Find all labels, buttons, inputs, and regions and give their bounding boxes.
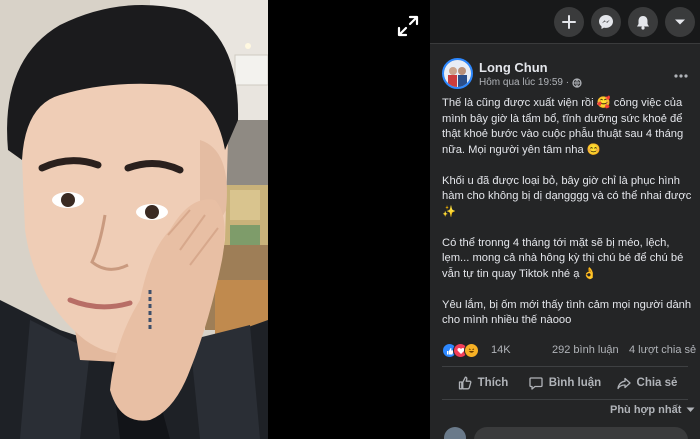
- post-paragraph: Khối u đã được loại bỏ, bây giờ chỉ là p…: [442, 174, 692, 218]
- comment-label: Bình luận: [548, 377, 602, 389]
- messenger-button[interactable]: [591, 7, 621, 37]
- author-name[interactable]: Long Chun: [479, 60, 548, 75]
- comment-input[interactable]: [474, 427, 688, 439]
- post-timestamp[interactable]: Hôm qua lúc 19:59 ·: [479, 77, 569, 88]
- create-button[interactable]: [554, 7, 584, 37]
- post-actions: Thích Bình luận Chia sẻ: [442, 368, 688, 398]
- post-panel: Long Chun Hôm qua lúc 19:59 · Thế là cũn…: [430, 0, 700, 439]
- chevron-down-icon: [686, 407, 695, 412]
- like-label: Thích: [477, 377, 509, 389]
- share-arrow-icon: [616, 377, 631, 390]
- comment-count[interactable]: 292 bình luận: [552, 344, 619, 356]
- notification-bell-icon: [637, 15, 649, 30]
- account-menu-icon: [675, 19, 685, 25]
- sort-label: Phù hợp nhất: [610, 404, 682, 416]
- comment-icon: [529, 377, 543, 390]
- comment-button[interactable]: Bình luận: [524, 368, 606, 398]
- divider: [442, 399, 688, 400]
- photo-viewer: [0, 0, 430, 439]
- reaction-icons[interactable]: [442, 343, 479, 358]
- avatar-image: [444, 60, 471, 87]
- post-meta: Hôm qua lúc 19:59 ·: [479, 77, 582, 88]
- reactions-summary: 14K 292 bình luận 4 lượt chia sẻ: [442, 342, 696, 360]
- top-navigation-bar: [430, 0, 700, 44]
- globe-icon: [572, 77, 582, 88]
- selfie-photo-illustration: [0, 0, 268, 439]
- expand-icon: [397, 15, 419, 37]
- like-button[interactable]: Thích: [442, 368, 524, 398]
- post-paragraph: Thế là cũng được xuất viện rồi 🥰 công vi…: [442, 97, 684, 156]
- messenger-icon: [599, 15, 613, 29]
- thumbs-up-icon: [458, 376, 472, 390]
- commenter-avatar: [444, 427, 466, 439]
- expand-fullscreen-button[interactable]: [396, 14, 420, 38]
- account-menu-button[interactable]: [665, 7, 695, 37]
- post-paragraph: Có thể tronng 4 tháng tới mặt sẽ bị méo,…: [442, 236, 684, 280]
- share-label: Chia sẻ: [636, 377, 678, 389]
- post-body: Thế là cũng được xuất viện rồi 🥰 công vi…: [442, 96, 692, 329]
- haha-reaction-icon: [464, 343, 479, 358]
- reaction-count[interactable]: 14K: [491, 344, 511, 356]
- post-options-button[interactable]: [674, 66, 688, 81]
- author-avatar[interactable]: [442, 58, 473, 89]
- share-button[interactable]: Chia sẻ: [606, 368, 688, 398]
- divider: [442, 366, 688, 367]
- more-options-icon: [674, 74, 688, 78]
- post-paragraph: Yêu lắm, bị ốm mới thấy tình cảm mọi ngư…: [442, 298, 692, 327]
- plus-icon: [562, 15, 576, 29]
- notifications-button[interactable]: [628, 7, 658, 37]
- comment-sort-dropdown[interactable]: Phù hợp nhất: [610, 404, 695, 416]
- share-count[interactable]: 4 lượt chia sẻ: [629, 344, 696, 356]
- post-photo[interactable]: [0, 0, 268, 439]
